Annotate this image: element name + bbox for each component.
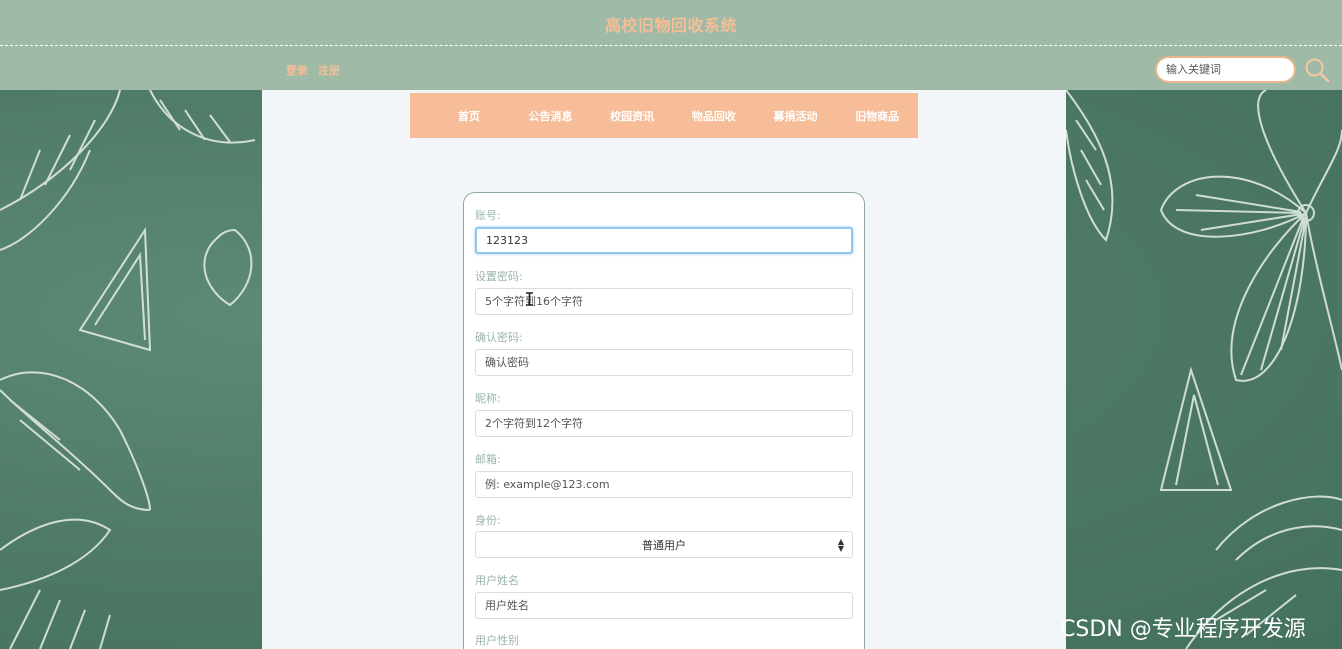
identity-select[interactable]: 普通用户 ▲ ▼ <box>475 531 853 558</box>
site-title: 高校旧物回收系统 <box>604 16 737 35</box>
nav-item-campus-news[interactable]: 校园资讯 <box>591 108 673 124</box>
main-nav: 首页 公告消息 校园资讯 物品回收 募捐活动 旧物商品 <box>410 93 918 138</box>
realname-label: 用户姓名 <box>475 574 519 587</box>
nav-item-item-recycling[interactable]: 物品回收 <box>673 108 755 124</box>
csdn-watermark: CSDN @专业程序开发源 <box>1060 617 1306 642</box>
login-link[interactable]: 登录 <box>286 64 308 77</box>
confirm-password-field[interactable] <box>475 349 853 376</box>
auth-links: 登录 注册 <box>286 62 346 78</box>
email-label: 邮箱: <box>475 453 501 466</box>
account-label: 账号: <box>475 209 501 222</box>
left-leaf-illustration <box>0 90 256 649</box>
email-field[interactable] <box>475 471 853 498</box>
right-flower-illustration <box>1066 90 1342 649</box>
nav-item-donation-events[interactable]: 募捐活动 <box>755 108 837 124</box>
nickname-label: 昵称: <box>475 392 501 405</box>
search-input[interactable] <box>1155 56 1296 83</box>
gender-label: 用户性别 <box>475 634 519 647</box>
password-label: 设置密码: <box>475 270 523 283</box>
top-header: 高校旧物回收系统 登录 注册 <box>0 0 1342 90</box>
confirm-password-label: 确认密码: <box>475 331 523 344</box>
text-cursor-icon <box>526 292 533 306</box>
account-field[interactable] <box>475 227 853 254</box>
nav-item-used-goods[interactable]: 旧物商品 <box>836 108 918 124</box>
nav-item-home[interactable]: 首页 <box>428 108 510 124</box>
nav-item-announcements[interactable]: 公告消息 <box>510 108 592 124</box>
realname-field[interactable] <box>475 592 853 619</box>
search-icon[interactable] <box>1304 57 1330 83</box>
identity-label: 身份: <box>475 514 501 527</box>
nickname-field[interactable] <box>475 410 853 437</box>
identity-selected-value: 普通用户 <box>642 538 686 552</box>
select-arrows-icon: ▲ ▼ <box>837 537 844 553</box>
header-divider <box>0 45 1342 46</box>
register-link[interactable]: 注册 <box>318 64 340 77</box>
